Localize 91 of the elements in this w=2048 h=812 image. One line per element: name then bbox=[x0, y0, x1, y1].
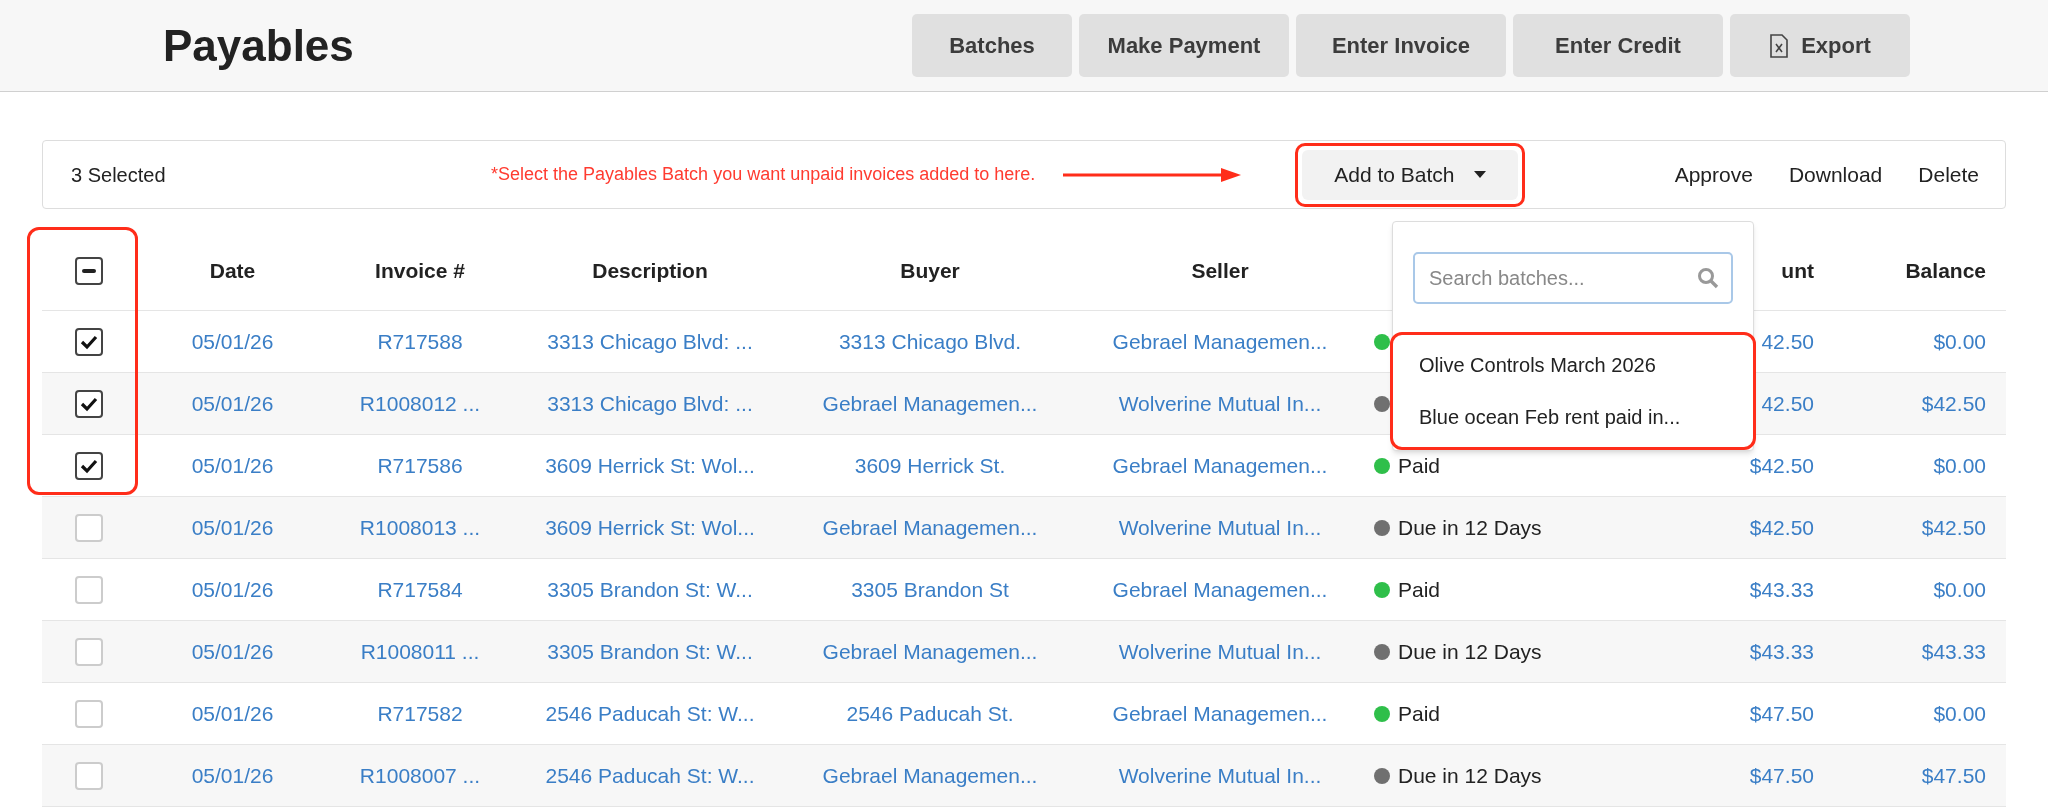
column-header: unt bbox=[1781, 257, 1815, 284]
seller-link[interactable]: Wolverine Mutual In... bbox=[1118, 635, 1322, 668]
amount-link[interactable]: 42.50 bbox=[1761, 325, 1820, 358]
date-link[interactable]: 05/01/26 bbox=[191, 449, 274, 482]
balance-link[interactable]: $0.00 bbox=[1933, 449, 2010, 482]
seller-link[interactable]: Gebrael Managemen... bbox=[1112, 697, 1328, 730]
balance-link[interactable]: $0.00 bbox=[1933, 573, 2010, 606]
caret-icon bbox=[1474, 170, 1487, 179]
checkbox[interactable] bbox=[74, 451, 103, 480]
status-text: Due in 12 Days bbox=[1398, 762, 1542, 789]
header-button[interactable]: Enter Invoice bbox=[1296, 14, 1506, 77]
seller-link[interactable]: Wolverine Mutual In... bbox=[1118, 511, 1322, 544]
seller-link[interactable]: Wolverine Mutual In... bbox=[1118, 387, 1322, 420]
date-link[interactable]: 05/01/26 bbox=[191, 759, 274, 792]
header-button[interactable]: Make Payment bbox=[1079, 14, 1289, 77]
invoice-link[interactable]: R1008013 ... bbox=[359, 511, 481, 544]
seller-link[interactable]: Gebrael Managemen... bbox=[1112, 573, 1328, 606]
balance-link[interactable]: $43.33 bbox=[1921, 635, 2010, 668]
checkbox[interactable] bbox=[74, 256, 103, 285]
status-text: Paid bbox=[1398, 576, 1441, 603]
add-to-batch-button[interactable]: Add to Batch bbox=[1302, 149, 1519, 200]
description-link[interactable]: 2546 Paducah St: W... bbox=[545, 759, 755, 792]
amount-link[interactable]: $43.33 bbox=[1749, 635, 1820, 668]
amount-link[interactable]: $42.50 bbox=[1749, 449, 1820, 482]
invoice-link[interactable]: R717582 bbox=[377, 697, 463, 730]
instruction-note: *Select the Payables Batch you want unpaid invoices added to here. bbox=[491, 163, 1036, 186]
checkbox[interactable] bbox=[74, 389, 103, 418]
description-link[interactable]: 3305 Brandon St: W... bbox=[547, 573, 753, 606]
balance-link[interactable]: $42.50 bbox=[1921, 387, 2010, 420]
invoice-link[interactable]: R717586 bbox=[377, 449, 463, 482]
invoice-link[interactable]: R717588 bbox=[377, 325, 463, 358]
seller-link[interactable]: Gebrael Managemen... bbox=[1112, 325, 1328, 358]
selection-count: 3 Selected bbox=[71, 162, 167, 188]
seller-link[interactable]: Wolverine Mutual In... bbox=[1118, 759, 1322, 792]
column-header: Seller bbox=[1191, 257, 1249, 284]
header-button[interactable]: Export bbox=[1730, 14, 1910, 77]
header-button[interactable]: Enter Credit bbox=[1513, 14, 1723, 77]
buyer-link[interactable]: Gebrael Managemen... bbox=[822, 511, 1038, 544]
date-link[interactable]: 05/01/26 bbox=[191, 511, 274, 544]
status-text: Due in 12 Days bbox=[1398, 514, 1542, 541]
column-header: Invoice # bbox=[375, 257, 465, 284]
batch-search-field[interactable]: Search batches... bbox=[1413, 252, 1733, 304]
batch-option[interactable]: Olive Controls March 2026 bbox=[1393, 339, 1753, 391]
buyer-link[interactable]: 3609 Herrick St. bbox=[854, 449, 1006, 482]
buyer-link[interactable]: 3305 Brandon St bbox=[851, 573, 1009, 606]
status-text: Paid bbox=[1398, 700, 1441, 727]
description-link[interactable]: 3313 Chicago Blvd: ... bbox=[547, 325, 753, 358]
page-title: Payables bbox=[163, 19, 354, 72]
date-link[interactable]: 05/01/26 bbox=[191, 635, 274, 668]
seller-link[interactable]: Gebrael Managemen... bbox=[1112, 449, 1328, 482]
buyer-link[interactable]: Gebrael Managemen... bbox=[822, 635, 1038, 668]
column-header: Buyer bbox=[900, 257, 960, 284]
buyer-link[interactable]: 3313 Chicago Blvd. bbox=[838, 325, 1022, 358]
balance-link[interactable]: $0.00 bbox=[1933, 325, 2010, 358]
description-link[interactable]: 3305 Brandon St: W... bbox=[547, 635, 753, 668]
description-link[interactable]: 3609 Herrick St: Wol... bbox=[545, 449, 755, 482]
invoice-link[interactable]: R1008011 ... bbox=[360, 635, 480, 668]
toolbar-action-button[interactable]: Download bbox=[1770, 149, 1901, 200]
amount-link[interactable]: $43.33 bbox=[1749, 573, 1820, 606]
checkbox[interactable] bbox=[74, 327, 103, 356]
description-link[interactable]: 2546 Paducah St: W... bbox=[545, 697, 755, 730]
status-text: Due in 12 Days bbox=[1398, 638, 1542, 665]
batch-option[interactable]: Blue ocean Feb rent paid in... bbox=[1393, 391, 1753, 443]
buyer-link[interactable]: Gebrael Managemen... bbox=[822, 387, 1038, 420]
buyer-link[interactable]: Gebrael Managemen... bbox=[822, 759, 1038, 792]
spreadsheet-file-icon bbox=[1769, 33, 1790, 58]
date-link[interactable]: 05/01/26 bbox=[191, 697, 274, 730]
search-icon bbox=[1697, 267, 1719, 289]
invoice-link[interactable]: R1008007 ... bbox=[359, 759, 481, 792]
amount-link[interactable]: $47.50 bbox=[1749, 697, 1820, 730]
amount-link[interactable]: $47.50 bbox=[1749, 759, 1820, 792]
description-link[interactable]: 3609 Herrick St: Wol... bbox=[545, 511, 755, 544]
description-link[interactable]: 3313 Chicago Blvd: ... bbox=[547, 387, 753, 420]
amount-link[interactable]: 42.50 bbox=[1761, 387, 1820, 420]
toolbar-action-button[interactable]: Approve bbox=[1656, 149, 1771, 200]
amount-link[interactable]: $42.50 bbox=[1749, 511, 1820, 544]
invoice-link[interactable]: R717584 bbox=[377, 573, 463, 606]
status-text: Paid bbox=[1398, 452, 1441, 479]
column-header: Balance bbox=[1905, 257, 1987, 284]
header-button[interactable]: Batches bbox=[912, 14, 1072, 77]
invoice-link[interactable]: R1008012 ... bbox=[359, 387, 481, 420]
column-header: Description bbox=[592, 257, 708, 284]
toolbar-action-button[interactable]: Delete bbox=[1900, 149, 1997, 200]
column-header: Date bbox=[209, 257, 256, 284]
balance-link[interactable]: $0.00 bbox=[1933, 697, 2010, 730]
date-link[interactable]: 05/01/26 bbox=[191, 573, 274, 606]
date-link[interactable]: 05/01/26 bbox=[191, 325, 274, 358]
balance-link[interactable]: $42.50 bbox=[1921, 511, 2010, 544]
balance-link[interactable]: $47.50 bbox=[1921, 759, 2010, 792]
buyer-link[interactable]: 2546 Paducah St. bbox=[846, 697, 1014, 730]
date-link[interactable]: 05/01/26 bbox=[191, 387, 274, 420]
